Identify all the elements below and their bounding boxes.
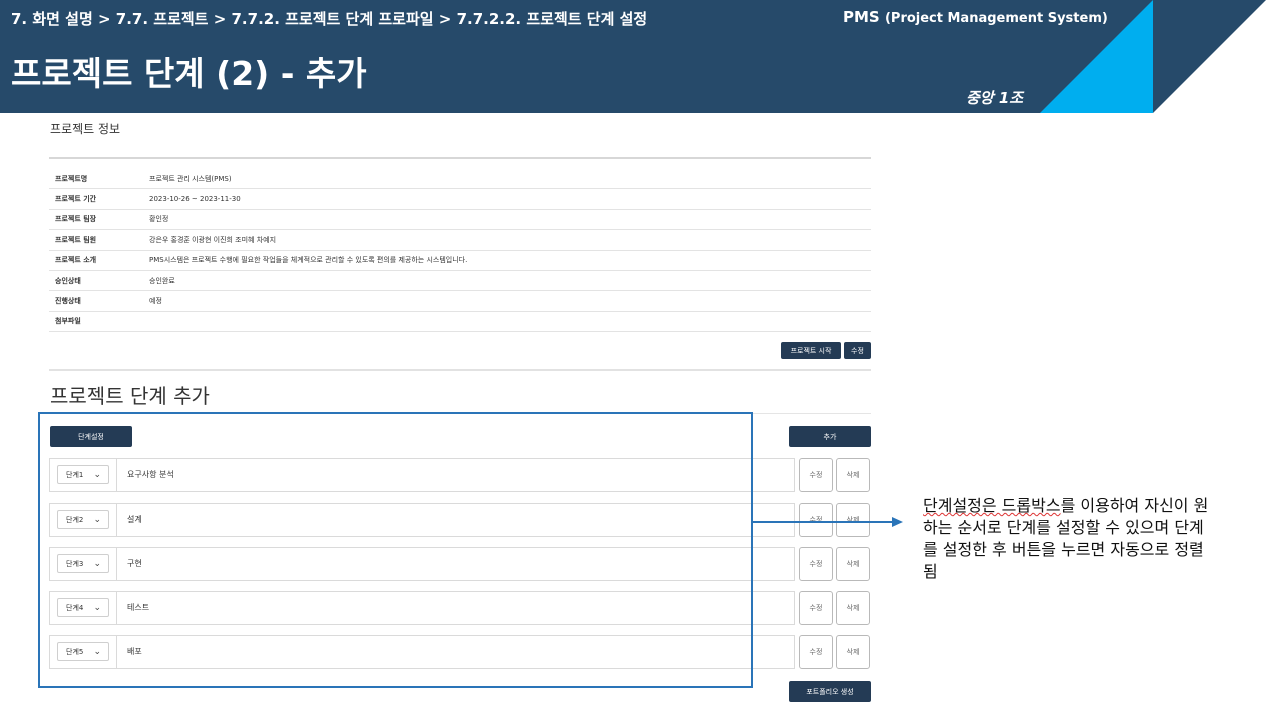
stage-delete-button[interactable]: 삭제 xyxy=(836,635,870,669)
info-row-approval: 승인상태 승인완료 xyxy=(49,271,871,292)
dropdown-highlight-frame xyxy=(38,412,753,688)
info-value: 승인완료 xyxy=(149,276,175,285)
info-label: 프로젝트명 xyxy=(55,174,88,183)
info-value: 예정 xyxy=(149,297,162,306)
system-name-short: PMS xyxy=(843,8,880,26)
annotation-underlined-text: 단계설정은 드롭박스 xyxy=(923,496,1061,515)
project-edit-button[interactable]: 수정 xyxy=(844,342,871,359)
team-label: 중앙 1조 xyxy=(966,89,1024,107)
stage-edit-button[interactable]: 수정 xyxy=(799,503,833,537)
stage-edit-button[interactable]: 수정 xyxy=(799,458,833,492)
info-label: 프로젝트 팀원 xyxy=(55,235,97,244)
stage-delete-button[interactable]: 삭제 xyxy=(836,547,870,581)
info-value: 2023-10-26 ~ 2023-11-30 xyxy=(149,195,241,204)
project-info-title: 프로젝트 정보 xyxy=(50,122,121,136)
info-row-progress: 진행상태 예정 xyxy=(49,291,871,312)
info-value: PMS시스템은 프로젝트 수행에 필요한 작업들을 체계적으로 관리할 수 있도… xyxy=(149,256,468,265)
info-row-attachment: 첨부파일 xyxy=(49,312,871,333)
stage-edit-button[interactable]: 수정 xyxy=(799,635,833,669)
info-label: 첨부파일 xyxy=(55,317,81,326)
info-label: 진행상태 xyxy=(55,297,81,306)
project-info-table: 프로젝트명 프로젝트 관리 시스템(PMS) 프로젝트 기간 2023-10-2… xyxy=(49,157,871,333)
info-row-period: 프로젝트 기간 2023-10-26 ~ 2023-11-30 xyxy=(49,189,871,210)
stage-delete-button[interactable]: 삭제 xyxy=(836,591,870,625)
annotation-note: 단계설정은 드롭박스를 이용하여 자신이 원하는 순서로 단계를 설정할 수 있… xyxy=(923,495,1213,583)
info-value: 강은우 홍경훈 이광현 이진희 조미혜 차예지 xyxy=(149,235,277,244)
stage-delete-button[interactable]: 삭제 xyxy=(836,458,870,492)
section-divider xyxy=(49,369,871,371)
info-label: 프로젝트 팀장 xyxy=(55,215,97,224)
info-row-leader: 프로젝트 팀장 황인정 xyxy=(49,210,871,231)
stage-edit-button[interactable]: 수정 xyxy=(799,591,833,625)
system-name: PMS (Project Management System) xyxy=(843,8,1108,26)
info-value: 프로젝트 관리 시스템(PMS) xyxy=(149,174,232,183)
info-label: 승인상태 xyxy=(55,276,81,285)
arrow-head-icon xyxy=(892,517,903,527)
info-row-name: 프로젝트명 프로젝트 관리 시스템(PMS) xyxy=(49,169,871,190)
info-label: 프로젝트 소개 xyxy=(55,256,97,265)
system-name-full: (Project Management System) xyxy=(884,11,1108,26)
info-value: 황인정 xyxy=(149,215,169,224)
slide-title: 프로젝트 단계 (2) - 추가 xyxy=(11,54,367,93)
stage-delete-button[interactable]: 삭제 xyxy=(836,503,870,537)
info-row-intro: 프로젝트 소개 PMS시스템은 프로젝트 수행에 필요한 작업들을 체계적으로 … xyxy=(49,251,871,271)
breadcrumb: 7. 화면 설명 > 7.7. 프로젝트 > 7.7.2. 프로젝트 단계 프로… xyxy=(11,10,648,28)
white-triangle-shape xyxy=(1153,0,1266,113)
project-start-button[interactable]: 프로젝트 시작 xyxy=(781,342,841,359)
stage-edit-button[interactable]: 수정 xyxy=(799,547,833,581)
info-row-members: 프로젝트 팀원 강은우 홍경훈 이광현 이진희 조미혜 차예지 xyxy=(49,230,871,251)
stage-add-button[interactable]: 추가 xyxy=(789,426,871,447)
portfolio-create-button[interactable]: 포트폴리오 생성 xyxy=(789,681,871,702)
stage-section-title: 프로젝트 단계 추가 xyxy=(50,384,210,408)
info-label: 프로젝트 기간 xyxy=(55,195,97,204)
slide-header-banner: 7. 화면 설명 > 7.7. 프로젝트 > 7.7.2. 프로젝트 단계 프로… xyxy=(0,0,1266,113)
